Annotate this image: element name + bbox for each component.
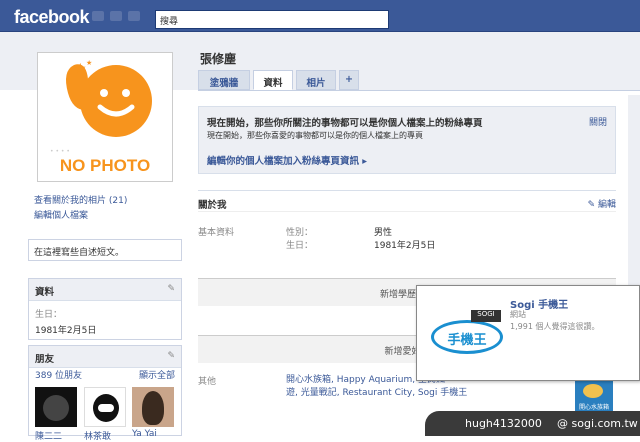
friend-avatar[interactable] xyxy=(84,387,126,427)
sogi-badge: SOGI xyxy=(471,310,501,322)
birthday-label: 生日： xyxy=(35,310,63,320)
edit-profile-link[interactable]: 編輯個人檔案 xyxy=(34,208,88,221)
popup-likes: 1,991 個人覺得這很讚。 xyxy=(510,322,600,331)
watermark-user: hugh4132000 xyxy=(465,417,542,430)
page-hover-card[interactable]: 手機王 SOGI Sogi 手機王 網站 1,991 個人覺得這很讚。 xyxy=(416,285,640,381)
edit-pencil-icon[interactable]: ✎ xyxy=(167,351,175,361)
gender-label: 性別： xyxy=(286,228,314,238)
svg-text:• • • •: • • • • xyxy=(50,148,70,155)
tab-divider xyxy=(198,90,640,91)
bio-prompt[interactable]: 在這裡寫些自述短文。 xyxy=(28,239,182,261)
sogi-logo-text: 手機王 xyxy=(431,320,503,354)
popup-category: 網站 xyxy=(510,310,526,319)
svg-text:★: ★ xyxy=(74,61,87,77)
birthday-field-label: 生日： xyxy=(286,241,314,251)
other-label: 其他 xyxy=(198,377,217,387)
aquarium-label: 開心水族箱 xyxy=(578,404,609,411)
top-bar: facebook 搜尋 ⌕ xyxy=(0,0,640,32)
watermark-site: @ sogi.com.tw xyxy=(557,417,638,430)
basic-info-label: 基本資料 xyxy=(198,228,235,238)
notice-title: 現在開始，那些你所關注的事物都可以是你個人檔案上的粉絲專頁 xyxy=(207,118,483,129)
tab-wall[interactable]: 塗鴉牆 xyxy=(198,70,250,90)
view-photos-link[interactable]: 查看關於我的相片 (21) xyxy=(34,193,127,206)
about-section: 關於我 ✎ 編輯 基本資料 性別： 男性 生日： 1981年2月5日 xyxy=(198,190,616,280)
other-pages-line-2[interactable]: 遊, 光量戰記, Restaurant City, Sogi 手機王 xyxy=(286,388,467,398)
no-photo-label: NO PHOTO xyxy=(59,156,151,175)
search-icon[interactable]: ⌕ xyxy=(160,13,382,24)
show-all-link[interactable]: 顯示全部 xyxy=(139,368,175,381)
edit-fan-pages-link[interactable]: 編輯你的個人檔案加入粉絲專頁資訊 ▸ xyxy=(207,153,367,167)
birthday-value: 1981年2月5日 xyxy=(35,326,97,336)
about-heading: 關於我 xyxy=(198,200,227,211)
scrollbar[interactable] xyxy=(628,95,640,285)
aquarium-thumbnail[interactable]: 開心水族箱 xyxy=(575,378,613,412)
add-tab-button[interactable]: + xyxy=(339,70,359,90)
tab-info[interactable]: 資料 xyxy=(253,70,293,90)
svg-text:★: ★ xyxy=(86,59,92,67)
fan-page-notice: 現在開始，那些你所關注的事物都可以是你個人檔案上的粉絲專頁 關閉 現在開始，那些… xyxy=(198,106,616,174)
search-input[interactable]: 搜尋 ⌕ xyxy=(155,10,389,29)
friends-box: 朋友 ✎ 389 位朋友 顯示全部 陳二二 林茶敢 Ya Yai xyxy=(28,345,182,442)
about-edit-label: 編輯 xyxy=(597,200,616,210)
friend-avatar[interactable] xyxy=(35,387,77,427)
watermark: hugh4132000 @ sogi.com.tw xyxy=(425,411,640,436)
tab-photos[interactable]: 相片 xyxy=(296,70,336,90)
info-box: 資料 ✎ 生日： 1981年2月5日 xyxy=(28,278,182,340)
edit-pencil-icon: ✎ xyxy=(587,200,596,210)
messages-icon[interactable] xyxy=(110,11,122,21)
sogi-logo: 手機王 SOGI xyxy=(425,298,509,368)
notice-subtitle: 現在開始，那些你喜愛的事物都可以是你的個人檔案上的專頁 xyxy=(207,131,423,140)
edit-pencil-icon[interactable]: ✎ xyxy=(167,284,175,294)
notifications-icon[interactable] xyxy=(128,11,140,21)
profile-photo[interactable]: ★ ★ • • • • NO PHOTO xyxy=(37,52,173,182)
info-heading: 資料 xyxy=(35,287,55,298)
friend-name[interactable]: Ya Yai xyxy=(132,429,157,439)
friend-requests-icon[interactable] xyxy=(92,11,104,21)
about-edit-link[interactable]: ✎ 編輯 xyxy=(588,197,616,210)
facebook-logo[interactable]: facebook xyxy=(14,7,90,28)
friend-avatar[interactable] xyxy=(132,387,174,427)
friends-heading: 朋友 xyxy=(35,354,55,365)
gender-value: 男性 xyxy=(374,228,393,238)
profile-name: 張修塵 xyxy=(200,52,237,66)
friends-count[interactable]: 389 位朋友 xyxy=(35,368,82,381)
close-notice-link[interactable]: 關閉 xyxy=(589,115,607,128)
birthday-field-value: 1981年2月5日 xyxy=(374,241,436,251)
